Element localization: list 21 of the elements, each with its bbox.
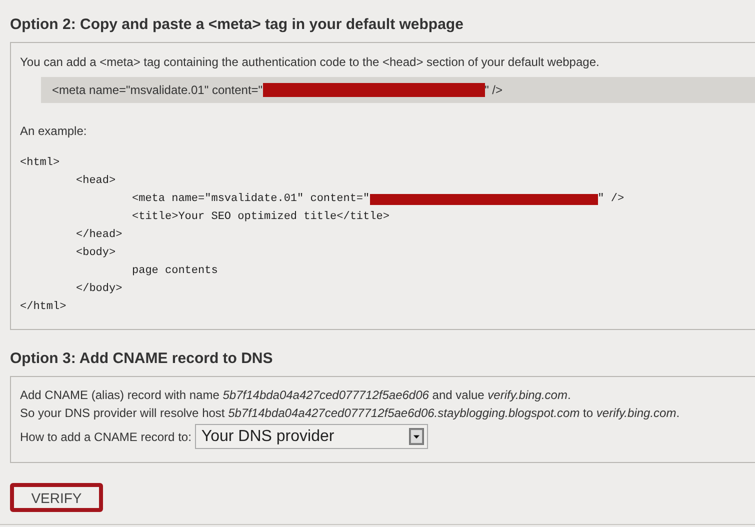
code-line: <meta name="msvalidate.01" content=" bbox=[132, 193, 370, 205]
dropdown-arrow-icon bbox=[409, 428, 424, 445]
section-heading: Option 3: Add CNAME record to DNS bbox=[9, 349, 274, 369]
cname-instruction: So your DNS provider will resolve host 5b7f14bda04a427ced077712f5ae6d06.stayblogging.blogspot.com to verify.bing.com. bbox=[20, 405, 681, 422]
code-line: <title>Your SEO optimized title</title> bbox=[132, 211, 390, 223]
code-line: </head> bbox=[76, 228, 122, 243]
verify-button[interactable]: VERIFY bbox=[10, 483, 103, 512]
meta-tag-code: <meta name="msvalidate.01" content=" " /> bbox=[41, 77, 755, 103]
code-line: page contents bbox=[132, 265, 218, 277]
code-line: </html> bbox=[20, 300, 66, 315]
code-line: <head> bbox=[76, 174, 116, 189]
instruction-text: You can add a <meta> tag containing the authentication code to the <head> section of your default webpage. bbox=[20, 55, 600, 69]
dns-provider-select[interactable]: Your DNS provider bbox=[195, 424, 428, 449]
select-label: How to add a CNAME record to: bbox=[20, 430, 192, 444]
code-line: <html> bbox=[20, 156, 60, 171]
example-label: An example: bbox=[20, 124, 88, 138]
code-line: </body> bbox=[76, 282, 122, 297]
cname-instruction: Add CNAME (alias) record with name 5b7f14bda04a427ced077712f5ae6d06 and value verify.bing.com. bbox=[20, 387, 572, 404]
section-heading: Option 2: Copy and paste a <meta> tag in your default webpage bbox=[9, 15, 464, 35]
code-line: " /> bbox=[598, 193, 624, 205]
code-line: <body> bbox=[76, 246, 116, 261]
